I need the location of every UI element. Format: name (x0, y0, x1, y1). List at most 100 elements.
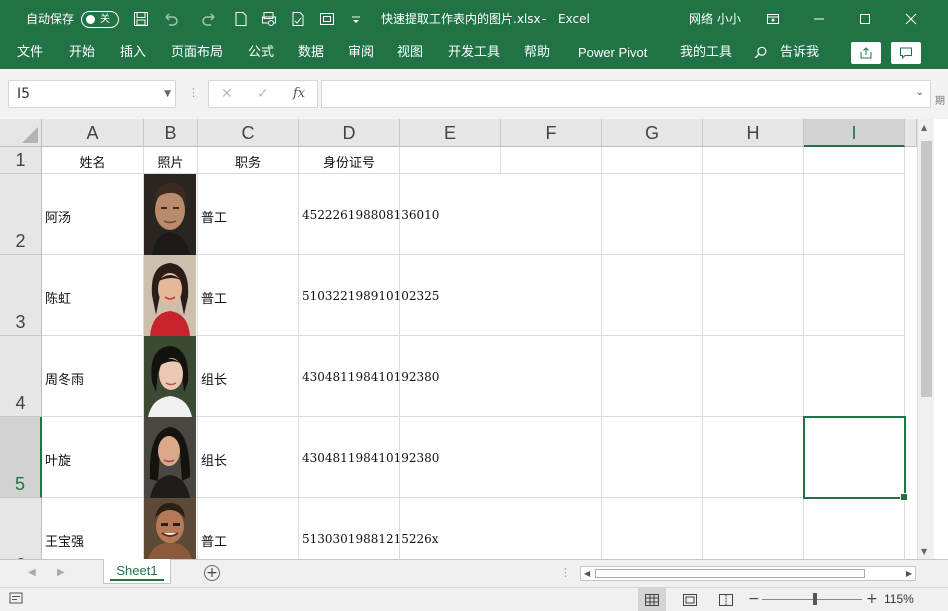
add-sheet-icon[interactable]: + (204, 565, 220, 581)
cell-g1[interactable] (602, 147, 703, 174)
cell-h4[interactable] (703, 336, 804, 417)
cell-d5[interactable]: 430481198410192380 (299, 417, 439, 498)
screenshot-icon[interactable] (317, 9, 337, 29)
cell-d3[interactable]: 510322198910102325 (299, 255, 439, 336)
cell-h5[interactable] (703, 417, 804, 498)
tab-power-pivot[interactable]: Power Pivot (578, 38, 647, 69)
cell-h3[interactable] (703, 255, 804, 336)
cell-g2[interactable] (602, 174, 703, 255)
cell-a5[interactable]: 叶旋 (42, 417, 144, 498)
ribbon-display-icon[interactable] (750, 0, 796, 38)
name-box[interactable]: I5 ▼ (8, 80, 176, 108)
column-header-c[interactable]: C (198, 119, 299, 147)
cell-h1[interactable] (703, 147, 804, 174)
cell-f2[interactable] (501, 174, 602, 255)
macro-record-icon[interactable] (8, 591, 26, 607)
cell-i2[interactable] (804, 174, 905, 255)
cell-h6[interactable] (703, 498, 804, 559)
select-all-button[interactable] (0, 119, 42, 147)
maximize-icon[interactable] (842, 0, 888, 38)
cell-f5[interactable] (501, 417, 602, 498)
cell-d4[interactable]: 430481198410192380 (299, 336, 439, 417)
tab-file[interactable]: 文件 (17, 38, 43, 69)
scroll-left-icon[interactable]: ◀ (584, 567, 590, 580)
formula-input[interactable]: ⌄ (321, 80, 931, 108)
redo-icon[interactable] (199, 9, 219, 29)
expand-formula-icon[interactable]: ⌄ (916, 87, 924, 98)
row-header-3[interactable]: 3 (0, 255, 42, 336)
cell-h2[interactable] (703, 174, 804, 255)
cell-f3[interactable] (501, 255, 602, 336)
zoom-slider-thumb[interactable] (813, 593, 817, 605)
horizontal-scrollbar[interactable]: ◀ ▶ (580, 566, 916, 581)
cell-g4[interactable] (602, 336, 703, 417)
undo-icon[interactable] (161, 9, 181, 29)
tab-home[interactable]: 开始 (69, 38, 95, 69)
tab-insert[interactable]: 插入 (120, 38, 146, 69)
cell-c6[interactable]: 普工 (198, 498, 299, 559)
tab-view[interactable]: 视图 (397, 38, 423, 69)
person-photo-2[interactable] (144, 255, 196, 336)
cell-g5[interactable] (602, 417, 703, 498)
page-layout-view-button[interactable] (676, 588, 704, 611)
cell-f6[interactable] (501, 498, 602, 559)
cell-e2[interactable] (400, 174, 501, 255)
formula-bar-grip-icon[interactable]: ⋮ (188, 86, 199, 99)
scroll-up-icon[interactable]: ▲ (921, 123, 927, 132)
person-photo-3[interactable] (144, 336, 196, 417)
zoom-slider-track[interactable] (762, 599, 862, 600)
vertical-scrollbar[interactable]: ▲ ▼ (917, 119, 934, 559)
cell-i1[interactable] (804, 147, 905, 174)
normal-view-button[interactable] (638, 588, 666, 611)
cell-e1[interactable] (400, 147, 501, 174)
vertical-scroll-thumb[interactable] (921, 141, 932, 397)
cell-i6[interactable] (804, 498, 905, 559)
cell-a2[interactable]: 阿汤 (42, 174, 144, 255)
tab-review[interactable]: 审阅 (348, 38, 374, 69)
cell-d6[interactable]: 51303019881215226x (299, 498, 439, 559)
search-icon[interactable] (754, 38, 770, 69)
tab-my-tools[interactable]: 我的工具 (680, 38, 732, 69)
worksheet-grid[interactable]: A B C D E F G H I 1 2 3 4 5 6 姓名 照片 职务 身… (0, 119, 917, 559)
autosave-toggle[interactable]: 关 (81, 11, 119, 28)
person-photo-1[interactable] (144, 174, 196, 255)
tab-page-layout[interactable]: 页面布局 (171, 38, 223, 69)
cell-a3[interactable]: 陈虹 (42, 255, 144, 336)
tab-formulas[interactable]: 公式 (248, 38, 274, 69)
scroll-right-icon[interactable]: ▶ (906, 567, 912, 580)
cell-c5[interactable]: 组长 (198, 417, 299, 498)
cell-d1[interactable]: 身份证号 (299, 147, 400, 174)
cell-e5[interactable] (400, 417, 501, 498)
column-header-g[interactable]: G (602, 119, 703, 147)
cell-c4[interactable]: 组长 (198, 336, 299, 417)
cell-i3[interactable] (804, 255, 905, 336)
row-header-6[interactable]: 6 (0, 498, 42, 559)
zoom-level[interactable]: 115% (884, 588, 914, 611)
tab-developer[interactable]: 开发工具 (448, 38, 500, 69)
confirm-entry-icon[interactable]: ✓ (257, 81, 269, 107)
active-cell-selection[interactable] (803, 416, 908, 501)
cell-e4[interactable] (400, 336, 501, 417)
page-break-view-button[interactable] (712, 588, 740, 611)
print-preview-icon[interactable] (259, 9, 279, 29)
row-header-2[interactable]: 2 (0, 174, 42, 255)
sheet-tab-sheet1[interactable]: Sheet1 (103, 559, 171, 584)
share-icon[interactable] (851, 42, 881, 64)
row-header-1[interactable]: 1 (0, 147, 42, 174)
column-header-f[interactable]: F (501, 119, 602, 147)
next-sheet-icon[interactable]: ▶ (57, 567, 65, 578)
document-check-icon[interactable] (288, 9, 308, 29)
column-header-i[interactable]: I (804, 119, 905, 147)
horizontal-scroll-thumb[interactable] (595, 569, 865, 578)
person-photo-5[interactable] (144, 498, 196, 559)
customize-qat-icon[interactable] (346, 9, 366, 29)
new-file-icon[interactable] (231, 9, 251, 29)
cell-c1[interactable]: 职务 (198, 147, 299, 174)
cell-f4[interactable] (501, 336, 602, 417)
column-header-h[interactable]: H (703, 119, 804, 147)
column-header-b[interactable]: B (144, 119, 198, 147)
row-header-4[interactable]: 4 (0, 336, 42, 417)
column-header-e[interactable]: E (400, 119, 501, 147)
cell-e3[interactable] (400, 255, 501, 336)
tab-data[interactable]: 数据 (298, 38, 324, 69)
